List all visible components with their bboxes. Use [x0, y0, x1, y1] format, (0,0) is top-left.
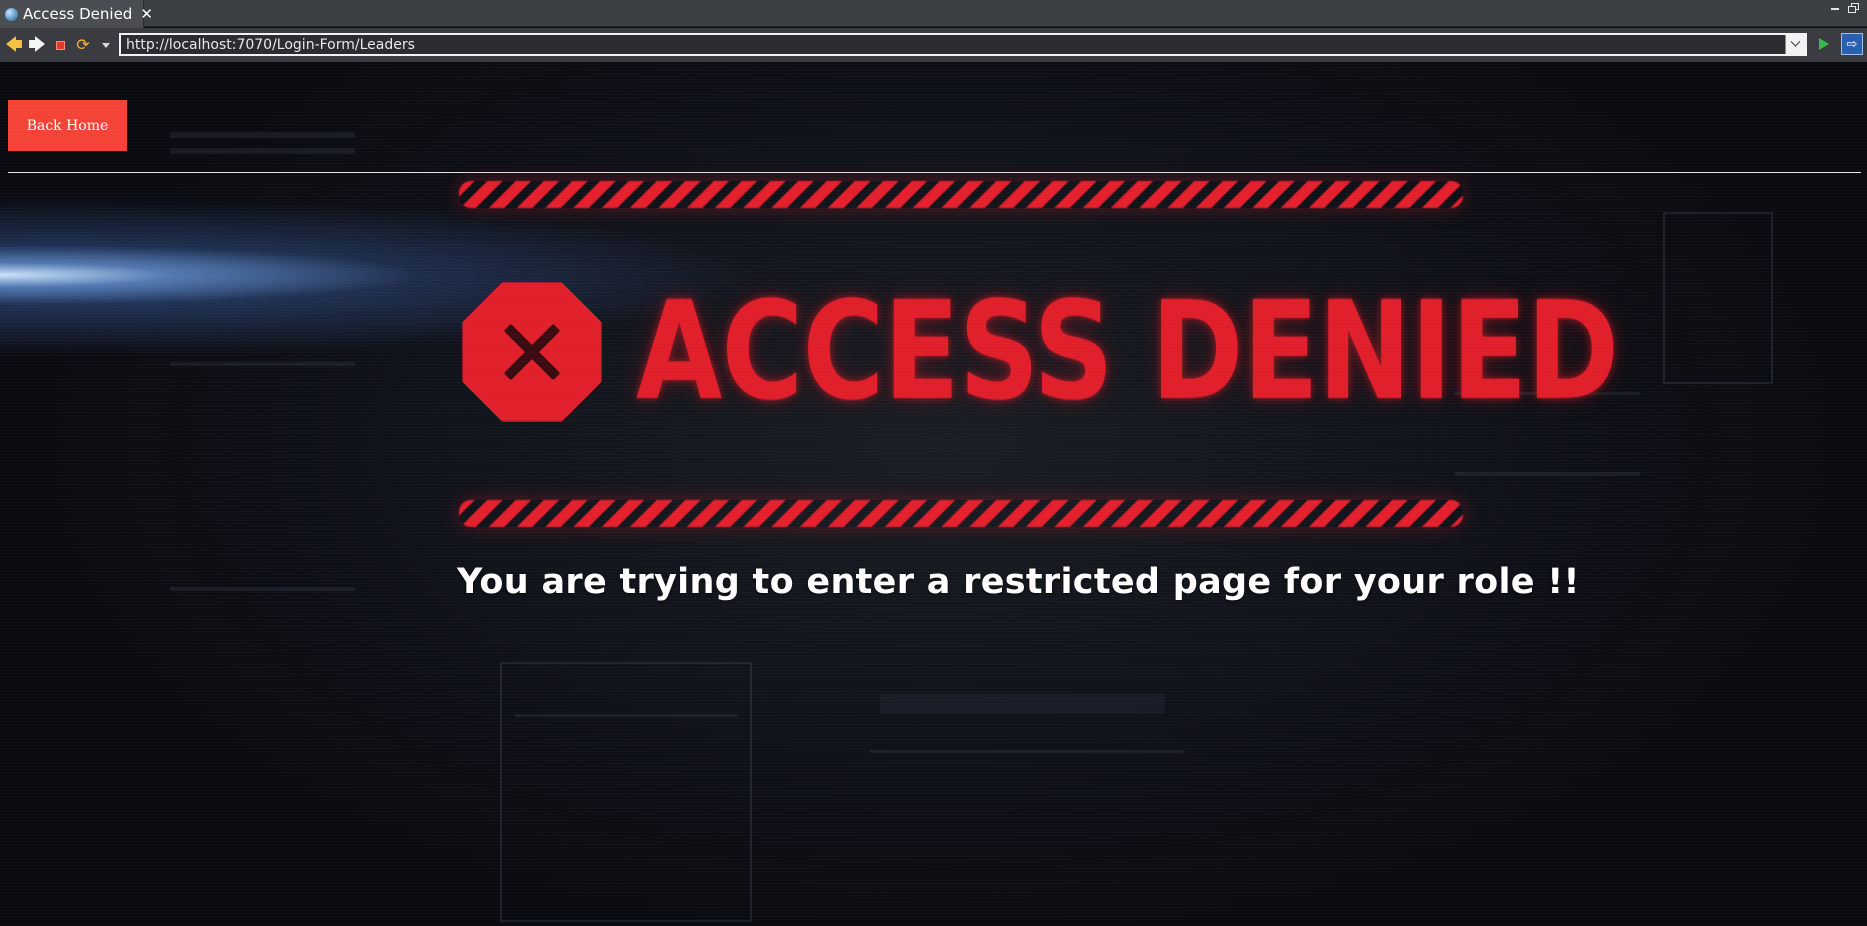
background-waveform — [880, 694, 1165, 714]
address-input[interactable]: http://localhost:7070/Login-Form/Leaders — [121, 37, 1785, 53]
stop-button[interactable] — [49, 34, 71, 56]
refresh-dropdown-button[interactable] — [95, 34, 117, 56]
background-viewport-frame — [500, 662, 752, 922]
background-decoration — [170, 132, 355, 138]
page-viewport: Back Home ACCESS DENIED You are trying t… — [0, 62, 1867, 926]
back-button[interactable]: 🡄 — [3, 34, 25, 56]
stop-icon — [55, 40, 65, 50]
play-icon — [1819, 38, 1829, 50]
open-external-button[interactable]: ⇨ — [1841, 33, 1863, 55]
background-decoration — [1455, 472, 1640, 476]
browser-tab[interactable]: Access Denied ✕ — [0, 0, 153, 28]
refresh-icon: ⟳ — [76, 35, 90, 54]
arrow-right-icon: 🡆 — [28, 34, 46, 55]
background-decoration — [870, 750, 1185, 753]
divider — [8, 172, 1861, 173]
hazard-stripe-top — [459, 181, 1463, 208]
chevron-down-icon — [1790, 36, 1801, 47]
restriction-message: You are trying to enter a restricted pag… — [457, 562, 1580, 602]
close-icon — [462, 282, 602, 422]
background-decoration — [515, 714, 737, 717]
address-bar[interactable]: http://localhost:7070/Login-Form/Leaders — [119, 33, 1807, 56]
tab-title: Access Denied — [23, 5, 133, 23]
background-decoration — [170, 148, 355, 154]
back-home-button[interactable]: Back Home — [8, 100, 127, 151]
window-controls — [1829, 2, 1859, 13]
tab-bar: Access Denied ✕ — [0, 0, 1867, 28]
hazard-stripe-bottom — [459, 500, 1463, 527]
go-button[interactable] — [1815, 35, 1833, 53]
refresh-button[interactable]: ⟳ — [72, 34, 94, 56]
access-denied-banner: ACCESS DENIED — [636, 273, 1619, 431]
address-dropdown-button[interactable] — [1785, 35, 1805, 54]
globe-icon — [5, 7, 18, 21]
arrow-left-icon: 🡄 — [5, 34, 23, 55]
browser-toolbar: 🡄 🡆 ⟳ http://localhost:7070/Login-Form/L… — [0, 28, 1867, 62]
background-panel-frame — [1663, 212, 1773, 384]
minimize-button[interactable] — [1829, 2, 1841, 12]
chevron-down-icon — [102, 42, 110, 48]
background-decoration — [170, 362, 355, 366]
restore-button[interactable] — [1847, 2, 1859, 13]
close-icon[interactable]: ✕ — [140, 5, 153, 23]
open-external-icon: ⇨ — [1846, 36, 1858, 52]
forward-button[interactable]: 🡆 — [26, 34, 48, 56]
background-decoration — [170, 587, 355, 591]
